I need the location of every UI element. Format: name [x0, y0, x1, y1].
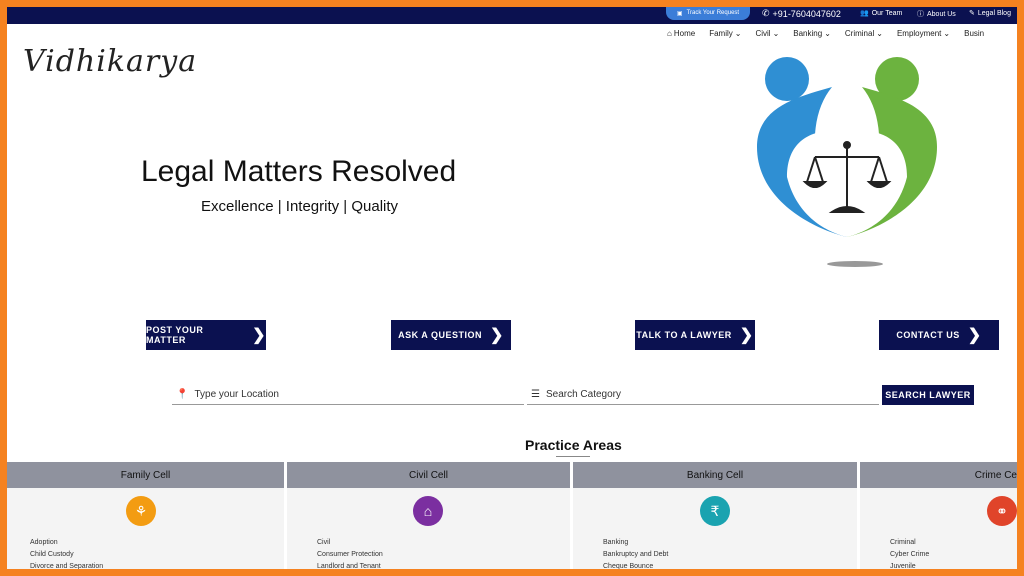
- chevron-right-icon: ❯: [252, 327, 266, 344]
- home-icon: ⌂: [667, 29, 672, 38]
- info-icon: ⓘ: [917, 11, 924, 18]
- list-item[interactable]: Consumer Protection: [317, 549, 383, 561]
- top-bar: ▣ Track Your Request ✆ +91-7604047602 👥 …: [7, 7, 1017, 24]
- nav-employment-label: Employment: [896, 29, 942, 38]
- chevron-right-icon: ❯: [489, 327, 504, 344]
- about-us-link[interactable]: ⓘ About Us: [917, 9, 956, 19]
- nav-criminal[interactable]: Criminal ⌄: [845, 29, 883, 38]
- our-team-link[interactable]: 👥 Our Team: [860, 9, 903, 18]
- nav-family-label: Family: [709, 29, 733, 38]
- cell-header: Civil Cell: [287, 462, 570, 488]
- phone-link[interactable]: ✆ +91-7604047602: [762, 8, 841, 19]
- location-search: 📍: [172, 385, 524, 405]
- nav-business-label: Busin: [964, 29, 985, 38]
- nav-civil[interactable]: Civil ⌄: [755, 29, 779, 38]
- chevron-down-icon: ⌄: [772, 29, 780, 38]
- list-item[interactable]: Cheque Bounce: [603, 561, 668, 569]
- title-underline: [556, 456, 590, 457]
- list-item[interactable]: Banking: [603, 537, 668, 549]
- nav-business[interactable]: Busin: [964, 29, 984, 38]
- nav-home[interactable]: ⌂ Home: [667, 29, 695, 38]
- pencil-icon: ✎: [969, 10, 975, 17]
- nav-criminal-label: Criminal: [844, 29, 875, 38]
- practice-cell-banking[interactable]: Banking Cell ₹ Banking Bankruptcy and De…: [573, 462, 857, 569]
- track-icon: ▣: [676, 10, 683, 17]
- phone-number: +91-7604047602: [772, 8, 841, 19]
- legal-blog-label: Legal Blog: [977, 9, 1011, 17]
- home-icon: ⌂: [413, 496, 443, 526]
- list-item[interactable]: Landlord and Tenant: [317, 561, 383, 569]
- chevron-right-icon: ❯: [739, 327, 754, 344]
- list-item[interactable]: Adoption: [30, 537, 103, 549]
- hero-subtitle: Excellence | Integrity | Quality: [201, 198, 399, 215]
- practice-cell-family[interactable]: Family Cell ⚘ Adoption Child Custody Div…: [7, 462, 284, 569]
- nav-home-label: Home: [673, 29, 696, 38]
- chevron-down-icon: ⌄: [876, 29, 883, 38]
- location-input[interactable]: [194, 389, 495, 400]
- list-icon: ☰: [531, 389, 540, 400]
- search-lawyer-button[interactable]: SEARCH LAWYER: [882, 385, 974, 405]
- category-search: ☰: [527, 385, 879, 405]
- list-item[interactable]: Civil: [317, 537, 383, 549]
- list-item[interactable]: Juvenile: [890, 561, 929, 569]
- list-item[interactable]: Child Custody: [30, 549, 103, 561]
- about-us-label: About Us: [927, 10, 956, 18]
- category-input[interactable]: [545, 389, 846, 400]
- ask-question-label: ASK A QUESTION: [398, 330, 482, 340]
- cell-header-label: Crime Ce: [974, 469, 1017, 481]
- talk-lawyer-label: TALK TO A LAWYER: [636, 330, 732, 340]
- cell-header: Crime Ce: [860, 462, 1017, 488]
- list-item[interactable]: Criminal: [890, 537, 929, 549]
- chevron-down-icon: ⌄: [943, 29, 951, 38]
- practice-areas-title: Practice Areas: [525, 437, 622, 453]
- main-nav: ⌂ Home Family ⌄ Civil ⌄ Banking ⌄ Criminal ⌄ …: [667, 29, 998, 38]
- hero-title: Legal Matters Resolved: [141, 155, 457, 188]
- cell-item-list: Criminal Cyber Crime Juvenile: [890, 537, 929, 569]
- legal-blog-link[interactable]: ✎ Legal Blog: [969, 9, 1011, 18]
- rupee-icon: ₹: [700, 496, 730, 526]
- contact-us-label: CONTACT US: [896, 330, 960, 340]
- cell-item-list: Banking Bankruptcy and Debt Cheque Bounc…: [603, 537, 668, 569]
- talk-lawyer-button[interactable]: TALK TO A LAWYER ❯: [635, 320, 755, 350]
- nav-civil-label: Civil: [755, 29, 771, 38]
- chevron-right-icon: ❯: [967, 327, 982, 344]
- location-pin-icon: 📍: [176, 389, 189, 400]
- cell-item-list: Adoption Child Custody Divorce and Separ…: [30, 537, 103, 569]
- list-item[interactable]: Cyber Crime: [890, 549, 929, 561]
- ask-question-button[interactable]: ASK A QUESTION ❯: [391, 320, 511, 350]
- nav-family[interactable]: Family ⌄: [709, 29, 741, 38]
- person-left-head: [765, 57, 809, 101]
- nav-banking-label: Banking: [793, 29, 823, 38]
- nav-banking[interactable]: Banking ⌄: [793, 29, 831, 38]
- practice-cell-crime[interactable]: Crime Ce ⚭ Criminal Cyber Crime Juvenile: [860, 462, 1017, 569]
- chevron-down-icon: ⌄: [734, 29, 742, 38]
- post-matter-button[interactable]: POST YOUR MATTER ❯: [146, 320, 266, 350]
- practice-cell-civil[interactable]: Civil Cell ⌂ Civil Consumer Protection L…: [287, 462, 570, 569]
- justice-illustration: [757, 57, 937, 267]
- post-matter-label: POST YOUR MATTER: [146, 325, 204, 345]
- track-request-button[interactable]: ▣ Track Your Request: [666, 7, 750, 20]
- shadow: [827, 261, 883, 267]
- chevron-down-icon: ⌄: [824, 29, 831, 38]
- list-item[interactable]: Divorce and Separation: [30, 561, 103, 569]
- cell-header: Banking Cell: [573, 462, 857, 488]
- family-icon: ⚘: [126, 496, 156, 526]
- team-icon: 👥: [860, 10, 869, 17]
- browser-viewport: ▣ Track Your Request ✆ +91-7604047602 👥 …: [7, 7, 1017, 569]
- handcuffs-icon: ⚭: [987, 496, 1017, 526]
- track-request-label: Track Your Request: [686, 10, 740, 16]
- our-team-label: Our Team: [871, 9, 903, 17]
- phone-icon: ✆: [762, 8, 770, 18]
- list-item[interactable]: Bankruptcy and Debt: [603, 549, 668, 561]
- cell-header: Family Cell: [7, 462, 284, 488]
- contact-us-button[interactable]: CONTACT US ❯: [879, 320, 999, 350]
- site-logo[interactable]: Vidhikarya: [23, 44, 197, 79]
- nav-employment[interactable]: Employment ⌄: [897, 29, 950, 38]
- cell-item-list: Civil Consumer Protection Landlord and T…: [317, 537, 383, 569]
